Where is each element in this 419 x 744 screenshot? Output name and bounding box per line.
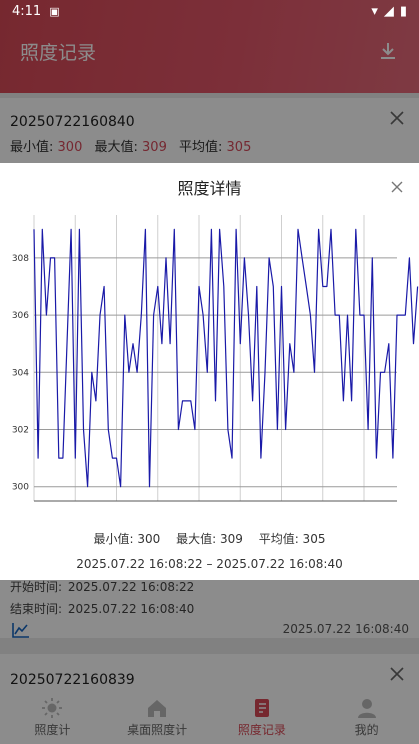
status-bar: 4:11 ▣ ▾ ◢ ▮ (0, 0, 419, 22)
dialog-title: 照度详情 (177, 179, 242, 198)
y-tick-label: 304 (12, 368, 29, 378)
y-tick-label: 300 (12, 483, 29, 493)
y-tick-label: 308 (12, 254, 29, 264)
detail-dialog: 照度详情 01020304050607080300302304306308 最小… (0, 163, 419, 580)
close-icon[interactable] (391, 181, 403, 193)
notification-icon: ▣ (49, 4, 60, 18)
wifi-icon: ▾ (371, 3, 378, 19)
dialog-min: 最小值: 300 (93, 532, 161, 546)
dialog-stats: 最小值: 300 最大值: 309 平均值: 305 (0, 530, 419, 547)
dialog-avg: 平均值: 305 (258, 532, 326, 546)
y-tick-label: 306 (12, 311, 29, 321)
y-tick-label: 302 (12, 426, 29, 436)
series-line (33, 228, 419, 488)
illuminance-chart: 01020304050607080300302304306308 (12, 215, 419, 502)
time-range: 2025.07.22 16:08:22 – 2025.07.22 16:08:4… (76, 557, 343, 571)
dialog-max: 最大值: 309 (176, 532, 243, 546)
battery-icon: ▮ (399, 3, 407, 19)
signal-icon: ◢ (383, 3, 394, 19)
status-time: 4:11 (12, 3, 42, 19)
